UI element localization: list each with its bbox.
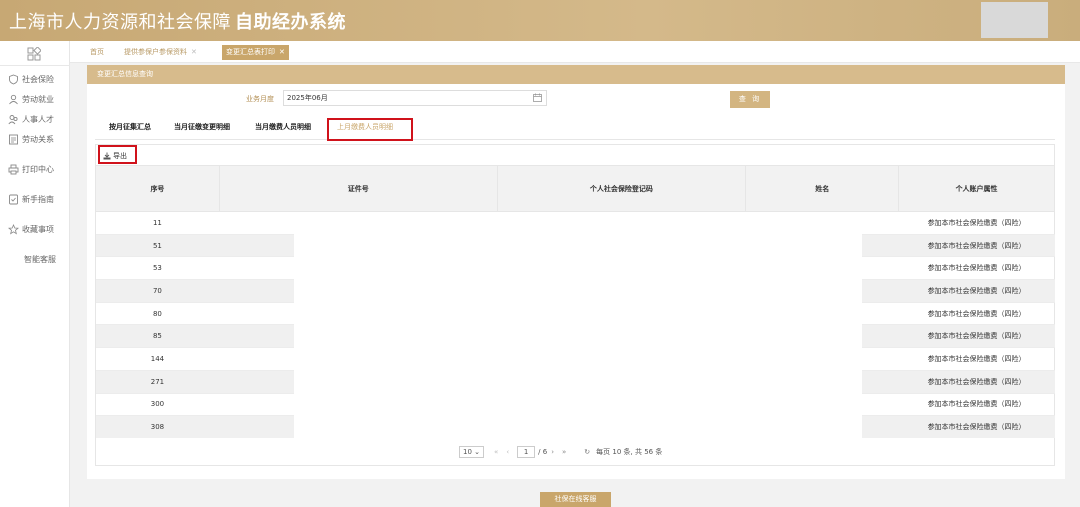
star-icon bbox=[8, 223, 19, 234]
sidebar-item-label: 打印中心 bbox=[22, 164, 54, 174]
cell-no: 300 bbox=[95, 392, 220, 416]
total-pages: / 6 bbox=[538, 448, 548, 456]
column-header[interactable]: 证件号 bbox=[218, 165, 498, 212]
sidebar-item-employment[interactable]: 劳动就业 bbox=[8, 92, 54, 106]
sidebar-item-favorites[interactable]: 收藏事项 bbox=[8, 222, 54, 236]
document-icon bbox=[9, 134, 18, 144]
refresh-icon[interactable]: ↻ bbox=[584, 448, 590, 456]
cell-no: 85 bbox=[95, 324, 220, 348]
shield-icon bbox=[9, 74, 18, 84]
online-service-button[interactable]: 社保在线客服 bbox=[540, 492, 611, 507]
cell-no: 308 bbox=[95, 415, 220, 439]
sidebar-item-label: 收藏事项 bbox=[22, 224, 54, 234]
column-header[interactable]: 个人账户属性 bbox=[898, 165, 1055, 212]
user-info-box[interactable] bbox=[981, 2, 1048, 38]
person-icon bbox=[9, 94, 18, 104]
sidebar-item-label: 社会保险 bbox=[22, 74, 54, 84]
cell-account-attribute: 参加本市社会保险缴费（四险） bbox=[898, 392, 1055, 416]
pagination: 10 ⌄ « ‹ 1 / 6 › » ↻ 每页 10 条, 共 56 条 bbox=[459, 446, 662, 458]
sidebar-item-smart-service[interactable]: 智能客服 bbox=[24, 252, 56, 266]
table-header-row: 序号 证件号 个人社会保险登记码 姓名 个人账户属性 bbox=[95, 165, 1055, 212]
cell-account-attribute: 参加本市社会保险缴费（四险） bbox=[898, 415, 1055, 439]
close-icon[interactable]: ✕ bbox=[191, 48, 197, 56]
cell-no: 271 bbox=[95, 369, 220, 393]
cell-no: 11 bbox=[95, 211, 220, 235]
next-page-icon[interactable]: › bbox=[551, 448, 554, 456]
sidebar-item-label: 劳动关系 bbox=[22, 134, 54, 144]
prev-page-icon[interactable]: ‹ bbox=[506, 448, 509, 456]
subtabs-bar: 按月征集汇总 当月征缴变更明细 当月缴费人员明细 上月缴费人员明细 bbox=[95, 118, 1055, 140]
last-page-icon[interactable]: » bbox=[562, 448, 566, 456]
column-header[interactable]: 姓名 bbox=[745, 165, 900, 212]
panel-title: 变更汇总信息查询 bbox=[97, 70, 153, 78]
app-title: 上海市人力资源和社会保障 自助经办系统 bbox=[9, 8, 346, 34]
sidebar-item-label: 劳动就业 bbox=[22, 94, 54, 104]
calendar-icon[interactable] bbox=[533, 93, 542, 102]
app-header: 上海市人力资源和社会保障 自助经办系统 bbox=[0, 0, 1080, 41]
tab-insured-materials[interactable]: 提供参保户参保资料 ✕ bbox=[120, 45, 201, 60]
subtab-current-month-payers[interactable]: 当月缴费人员明细 bbox=[255, 122, 311, 132]
app-title-bold: 自助经办系统 bbox=[235, 12, 346, 33]
subtab-monthly-summary[interactable]: 按月征集汇总 bbox=[109, 122, 151, 132]
cell-account-attribute: 参加本市社会保险缴费（四险） bbox=[898, 301, 1055, 325]
tab-home[interactable]: 首页 bbox=[86, 45, 108, 60]
cell-no: 144 bbox=[95, 347, 220, 371]
panel-header: 变更汇总信息查询 bbox=[87, 65, 1065, 84]
sidebar-item-label: 人事人才 bbox=[22, 114, 54, 124]
app-title-main: 上海市人力资源和社会保障 bbox=[9, 12, 231, 33]
tab-change-summary-print[interactable]: 变更汇总表打印 ✕ bbox=[222, 45, 289, 60]
cell-no: 51 bbox=[95, 233, 220, 257]
column-header[interactable]: 序号 bbox=[95, 165, 220, 212]
cell-account-attribute: 参加本市社会保险缴费（四险） bbox=[898, 324, 1055, 348]
printer-icon bbox=[8, 164, 19, 174]
cell-no: 80 bbox=[95, 301, 220, 325]
highlight-box-subtab bbox=[327, 118, 413, 141]
tab-label: 提供参保户参保资料 bbox=[124, 48, 187, 56]
sidebar-item-social-insurance[interactable]: 社会保险 bbox=[8, 72, 54, 86]
first-page-icon[interactable]: « bbox=[494, 448, 498, 456]
chevron-down-icon: ⌄ bbox=[474, 448, 481, 456]
month-label: 业务月度 bbox=[246, 95, 274, 103]
sidebar-item-labor-relations[interactable]: 劳动关系 bbox=[8, 132, 54, 146]
sidebar-item-personnel[interactable]: 人事人才 bbox=[8, 112, 54, 126]
page-size-select[interactable]: 10 ⌄ bbox=[459, 446, 485, 458]
tabs-bar: 首页 提供参保户参保资料 ✕ 变更汇总表打印 ✕ bbox=[70, 41, 1080, 63]
cell-account-attribute: 参加本市社会保险缴费（四险） bbox=[898, 256, 1055, 280]
query-button[interactable]: 查 询 bbox=[730, 91, 770, 108]
month-value: 2025年06月 bbox=[287, 94, 328, 102]
close-icon[interactable]: ✕ bbox=[279, 48, 285, 56]
cell-no: 53 bbox=[95, 256, 220, 280]
sidebar-item-label: 智能客服 bbox=[24, 254, 56, 264]
grid-menu-icon[interactable] bbox=[27, 47, 41, 61]
sidebar-divider bbox=[0, 65, 70, 66]
cell-account-attribute: 参加本市社会保险缴费（四险） bbox=[898, 233, 1055, 257]
column-header[interactable]: 个人社会保险登记码 bbox=[496, 165, 747, 212]
pagination-summary: 每页 10 条, 共 56 条 bbox=[596, 448, 663, 456]
cell-account-attribute: 参加本市社会保险缴费（四险） bbox=[898, 211, 1055, 235]
sidebar-item-guide[interactable]: 新手指南 bbox=[8, 192, 54, 206]
subtab-current-month-changes[interactable]: 当月征缴变更明细 bbox=[174, 122, 230, 132]
people-icon bbox=[8, 114, 18, 124]
month-input[interactable]: 2025年06月 bbox=[283, 90, 547, 106]
highlight-box-export bbox=[98, 145, 137, 164]
current-page-input[interactable]: 1 bbox=[517, 446, 536, 458]
cell-account-attribute: 参加本市社会保险缴费（四险） bbox=[898, 369, 1055, 393]
tab-label: 首页 bbox=[90, 48, 104, 56]
redaction-mask bbox=[294, 212, 862, 440]
sidebar bbox=[0, 41, 70, 507]
tab-label: 变更汇总表打印 bbox=[226, 48, 275, 56]
sidebar-item-print-center[interactable]: 打印中心 bbox=[8, 162, 54, 176]
guide-icon bbox=[9, 194, 18, 204]
cell-account-attribute: 参加本市社会保险缴费（四险） bbox=[898, 279, 1055, 303]
cell-account-attribute: 参加本市社会保险缴费（四险） bbox=[898, 347, 1055, 371]
sidebar-item-label: 新手指南 bbox=[22, 194, 54, 204]
page-size-value: 10 bbox=[463, 448, 472, 456]
cell-no: 70 bbox=[95, 279, 220, 303]
